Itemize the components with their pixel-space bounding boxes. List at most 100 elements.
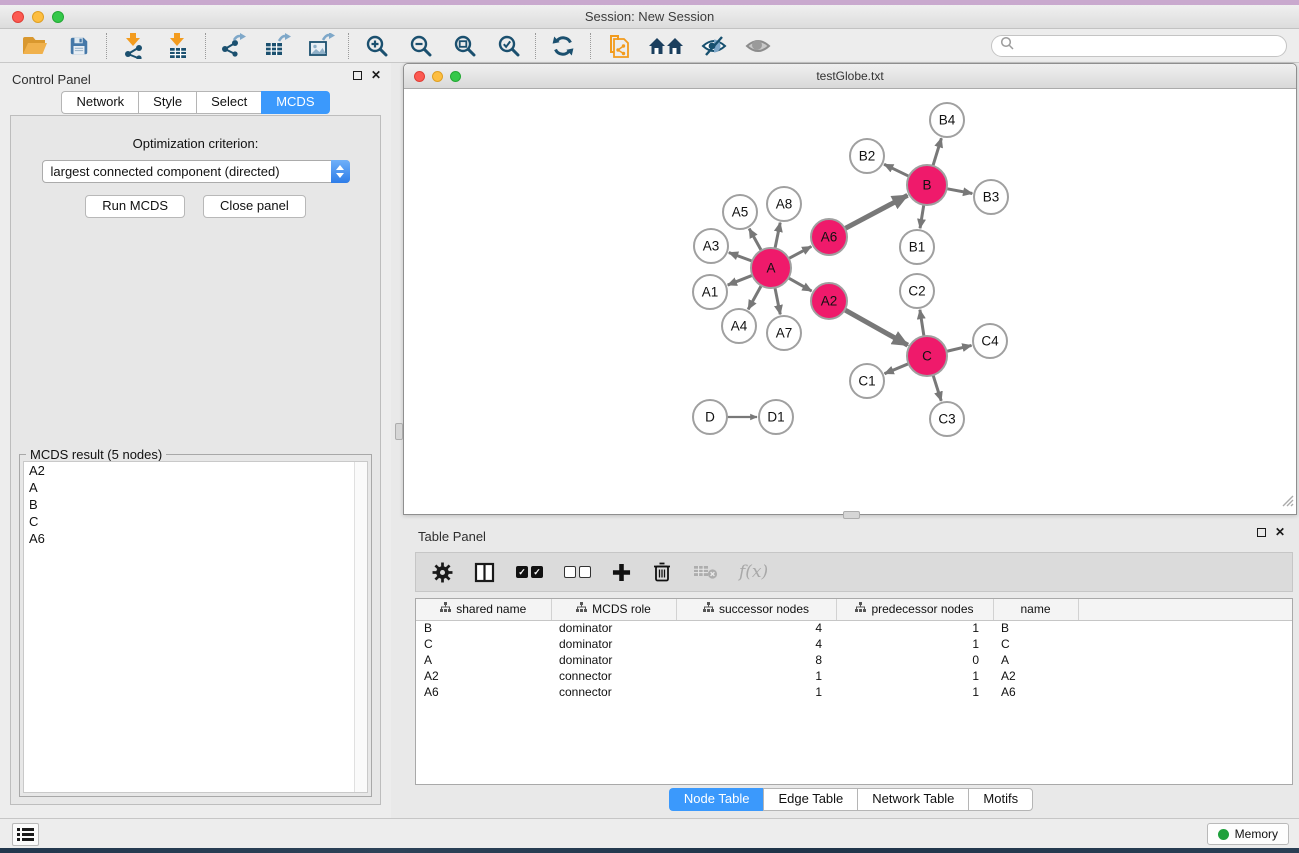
- copy-network-icon[interactable]: [603, 32, 633, 60]
- tab-select[interactable]: Select: [196, 91, 261, 114]
- edge-C-C4[interactable]: [946, 345, 971, 351]
- tab-network[interactable]: Network: [61, 91, 138, 114]
- column-browse-icon[interactable]: [474, 562, 495, 583]
- run-mcds-button[interactable]: Run MCDS: [85, 195, 185, 218]
- graph-node-A5[interactable]: A5: [723, 195, 757, 229]
- graph-node-A[interactable]: A: [751, 248, 791, 288]
- zoom-in-icon[interactable]: [361, 32, 391, 60]
- network-graph[interactable]: B4 B2 B B3 A5 A8 A6 A3 A B1 A1 C2 A4 A7 A2 C4 C C1 C3 D D1: [404, 89, 1296, 514]
- panel-divider-handle[interactable]: [843, 511, 860, 519]
- graph-node-D[interactable]: D: [693, 400, 727, 434]
- table-row[interactable]: Bdominator41B: [416, 620, 1292, 636]
- first-neighbors-icon[interactable]: [647, 32, 685, 60]
- close-panel-button[interactable]: Close panel: [203, 195, 306, 218]
- result-list-item[interactable]: A2: [24, 462, 367, 479]
- add-column-icon[interactable]: [612, 563, 631, 582]
- edge-B-B2[interactable]: [884, 164, 909, 176]
- column-header-successor-nodes[interactable]: successor nodes: [676, 599, 836, 620]
- delete-column-icon[interactable]: [652, 561, 672, 583]
- tab-style[interactable]: Style: [138, 91, 196, 114]
- tab-mcds[interactable]: MCDS: [261, 91, 329, 114]
- graph-node-C[interactable]: C: [907, 336, 947, 376]
- edge-A-A8[interactable]: [775, 223, 780, 249]
- table-row[interactable]: Adominator80A: [416, 652, 1292, 668]
- table-row[interactable]: Cdominator41C: [416, 636, 1292, 652]
- graph-node-B1[interactable]: B1: [900, 230, 934, 264]
- zoom-selected-icon[interactable]: [493, 32, 523, 60]
- refresh-icon[interactable]: [548, 32, 578, 60]
- graph-node-A3[interactable]: A3: [694, 229, 728, 263]
- graph-node-B2[interactable]: B2: [850, 139, 884, 173]
- edge-C-C3[interactable]: [933, 375, 941, 401]
- graph-node-A1[interactable]: A1: [693, 275, 727, 309]
- edge-A-A1[interactable]: [728, 275, 753, 285]
- import-table-icon[interactable]: [163, 32, 193, 60]
- edge-A-A3[interactable]: [729, 253, 752, 262]
- column-header-shared-name[interactable]: shared name: [416, 599, 551, 620]
- float-panel-icon[interactable]: [353, 71, 362, 80]
- result-list-item[interactable]: A: [24, 479, 367, 496]
- open-file-icon[interactable]: [20, 32, 50, 60]
- export-image-icon[interactable]: [306, 32, 336, 60]
- graph-node-C1[interactable]: C1: [850, 364, 884, 398]
- edge-B-B3[interactable]: [947, 189, 973, 194]
- graph-node-A2[interactable]: A2: [811, 283, 847, 319]
- table-row[interactable]: A2connector11A2: [416, 668, 1292, 684]
- graph-node-A8[interactable]: A8: [767, 187, 801, 221]
- edge-B-B4[interactable]: [933, 138, 942, 166]
- show-panels-list-button[interactable]: [12, 823, 39, 846]
- edge-A-A5[interactable]: [749, 229, 761, 251]
- column-header-name[interactable]: name: [993, 599, 1078, 620]
- close-panel-icon[interactable]: ✕: [371, 71, 381, 80]
- tab-network-table[interactable]: Network Table: [857, 788, 968, 811]
- close-table-panel-icon[interactable]: ✕: [1275, 528, 1285, 537]
- save-session-icon[interactable]: [64, 32, 94, 60]
- graph-node-B4[interactable]: B4: [930, 103, 964, 137]
- show-all-icon[interactable]: [743, 32, 773, 60]
- search-text-field[interactable]: [1015, 37, 1286, 55]
- edge-C-C1[interactable]: [885, 364, 909, 374]
- graph-node-B3[interactable]: B3: [974, 180, 1008, 214]
- result-list-item[interactable]: B: [24, 496, 367, 513]
- tab-node-table[interactable]: Node Table: [669, 788, 764, 811]
- tab-edge-table[interactable]: Edge Table: [763, 788, 857, 811]
- edge-A-A6[interactable]: [789, 246, 812, 258]
- zoom-fit-icon[interactable]: [449, 32, 479, 60]
- float-table-panel-icon[interactable]: [1257, 528, 1266, 537]
- settings-gear-icon[interactable]: [432, 562, 453, 583]
- graph-node-C3[interactable]: C3: [930, 402, 964, 436]
- edge-A6-B[interactable]: [845, 195, 908, 228]
- graph-node-C2[interactable]: C2: [900, 274, 934, 308]
- select-all-icon[interactable]: ✓✓: [516, 566, 543, 578]
- network-canvas[interactable]: B4 B2 B B3 A5 A8 A6 A3 A B1 A1 C2 A4 A7 A2 C4 C C1 C3 D D1: [404, 89, 1296, 514]
- edge-A-A7[interactable]: [775, 288, 780, 315]
- column-header-predecessor-nodes[interactable]: predecessor nodes: [836, 599, 993, 620]
- edge-B-B1[interactable]: [920, 205, 924, 228]
- edge-A-A2[interactable]: [788, 278, 811, 291]
- graph-node-A4[interactable]: A4: [722, 309, 756, 343]
- memory-button[interactable]: Memory: [1207, 823, 1289, 845]
- tab-motifs[interactable]: Motifs: [968, 788, 1033, 811]
- deselect-all-icon[interactable]: [564, 566, 591, 578]
- import-network-icon[interactable]: [119, 32, 149, 60]
- graph-node-B[interactable]: B: [907, 165, 947, 205]
- graph-node-C4[interactable]: C4: [973, 324, 1007, 358]
- edge-A2-C[interactable]: [845, 310, 908, 345]
- column-header-MCDS-role[interactable]: MCDS role: [551, 599, 676, 620]
- result-list-scrollbar[interactable]: [354, 462, 367, 792]
- mcds-result-list[interactable]: A2ABCA6: [23, 461, 368, 793]
- graph-node-A7[interactable]: A7: [767, 316, 801, 350]
- result-list-item[interactable]: A6: [24, 530, 367, 547]
- node-table[interactable]: shared nameMCDS rolesuccessor nodesprede…: [415, 598, 1293, 785]
- zoom-out-icon[interactable]: [405, 32, 435, 60]
- search-input[interactable]: [991, 35, 1287, 57]
- network-window-titlebar[interactable]: testGlobe.txt: [404, 64, 1296, 89]
- panel-divider-handle[interactable]: [395, 423, 403, 440]
- edge-C-C2[interactable]: [920, 310, 924, 336]
- graph-node-A6[interactable]: A6: [811, 219, 847, 255]
- graph-node-D1[interactable]: D1: [759, 400, 793, 434]
- result-list-item[interactable]: C: [24, 513, 367, 530]
- export-table-icon[interactable]: [262, 32, 292, 60]
- table-row[interactable]: A6connector11A6: [416, 684, 1292, 700]
- edge-A-A4[interactable]: [748, 286, 761, 310]
